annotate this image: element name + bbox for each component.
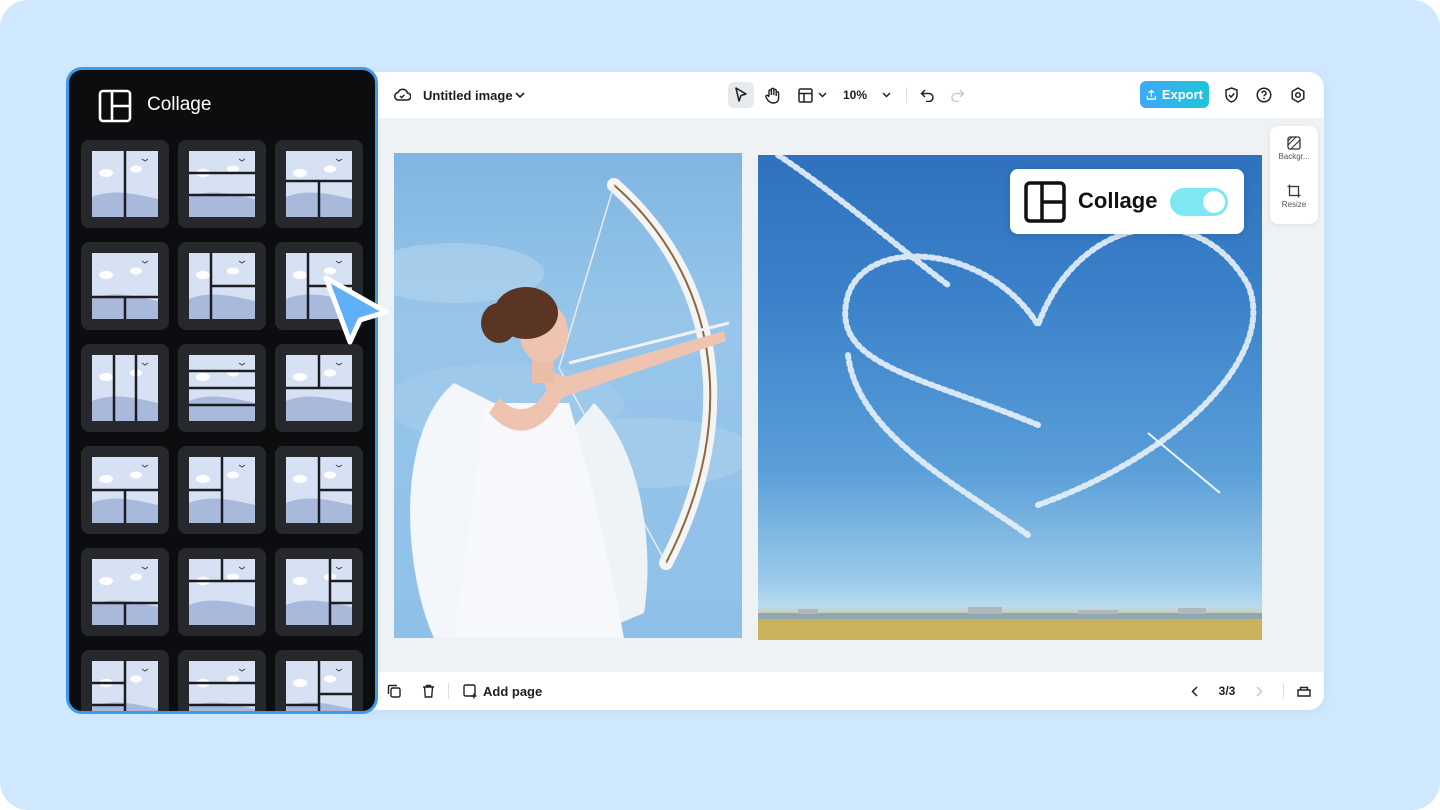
mouse-pointer-icon xyxy=(323,275,389,345)
layout-tile-left-two-right-wide[interactable] xyxy=(178,446,266,534)
add-page-icon xyxy=(463,683,477,698)
layout-tile-left-wide-right-two[interactable] xyxy=(275,446,363,534)
resize-tool[interactable]: Resize xyxy=(1270,184,1318,209)
add-page-button[interactable]: Add page xyxy=(463,682,542,700)
layout-tile-three-columns[interactable] xyxy=(81,344,169,432)
layout-thumbnail xyxy=(92,355,158,421)
layout-tile-one-top-two-bottom-rows[interactable] xyxy=(275,140,363,228)
canvas-area[interactable]: Collage Backgr... Resize xyxy=(330,118,1324,672)
archer-image xyxy=(394,178,742,638)
layout-thumbnail xyxy=(189,661,255,711)
export-button[interactable]: Export xyxy=(1140,81,1209,108)
select-cursor-icon[interactable] xyxy=(728,82,754,108)
toggle-knob xyxy=(1203,191,1225,213)
help-icon[interactable] xyxy=(1253,84,1275,106)
layout-thumbnail xyxy=(189,457,255,523)
toolbar-divider xyxy=(906,87,907,103)
layout-tile-two-by-two-top-wide-bottom[interactable] xyxy=(275,344,363,432)
layout-tile-mosaic-c[interactable] xyxy=(275,650,363,711)
layout-tile-left-wide-right-three[interactable] xyxy=(275,548,363,636)
layout-thumbnail xyxy=(286,559,352,625)
document-title[interactable]: Untitled image xyxy=(423,86,513,104)
layout-tile-large-top-two-small-bottom[interactable] xyxy=(81,242,169,330)
page-indicator: 3/3 xyxy=(1218,684,1236,698)
zoom-chevron-down-icon[interactable] xyxy=(879,82,893,108)
layout-thumbnail xyxy=(286,661,352,711)
hand-pan-icon[interactable] xyxy=(760,82,786,108)
export-upload-icon xyxy=(1146,89,1157,100)
layout-thumbnail xyxy=(189,253,255,319)
layout-tile-two-columns[interactable] xyxy=(81,140,169,228)
editor-window: Untitled image 10% Export Collage Backgr… xyxy=(330,72,1324,710)
background-icon xyxy=(1287,136,1301,150)
layout-thumbnail xyxy=(189,559,255,625)
layout-tile-top-wide-bottom-two[interactable] xyxy=(81,548,169,636)
settings-gear-icon[interactable] xyxy=(1287,84,1309,106)
layout-tile-three-rows[interactable] xyxy=(178,140,266,228)
delete-trash-icon[interactable] xyxy=(419,682,437,700)
next-page-chevron-icon[interactable] xyxy=(1252,682,1266,700)
collage-toggle-label: Collage xyxy=(1078,188,1158,213)
layout-thumbnail xyxy=(92,559,158,625)
resize-label: Resize xyxy=(1281,200,1307,209)
layout-thumbnail xyxy=(92,457,158,523)
collage-toggle-switch[interactable] xyxy=(1170,188,1228,216)
layout-thumbnail xyxy=(286,151,352,217)
layout-thumbnail xyxy=(92,151,158,217)
top-toolbar: Untitled image 10% Export xyxy=(330,72,1324,118)
layout-thumbnail xyxy=(189,355,255,421)
collapse-pages-icon[interactable] xyxy=(1295,682,1313,700)
bottom-toolbar: Add page 3/3 xyxy=(330,672,1324,710)
undo-icon[interactable] xyxy=(917,82,937,108)
collage-toggle-card: Collage xyxy=(1010,169,1244,234)
layout-thumbnail xyxy=(286,355,352,421)
bottom-divider xyxy=(448,683,449,699)
layout-icon[interactable] xyxy=(795,82,815,108)
layout-tile-mosaic-a[interactable] xyxy=(81,650,169,711)
background-tool[interactable]: Backgr... xyxy=(1270,136,1318,161)
collage-panel-icon xyxy=(98,89,132,128)
bottom-divider-right xyxy=(1283,683,1284,699)
title-chevron-down-icon[interactable] xyxy=(514,86,526,104)
layout-tile-top-wide-two-bottom[interactable] xyxy=(81,446,169,534)
layout-thumbnail xyxy=(92,253,158,319)
layout-tile-top-split-bottom-wide[interactable] xyxy=(178,548,266,636)
background-label: Backgr... xyxy=(1278,152,1310,161)
resize-icon xyxy=(1287,184,1301,198)
duplicate-page-icon[interactable] xyxy=(385,682,403,700)
layout-tile-four-rows[interactable] xyxy=(178,344,266,432)
layout-thumbnail xyxy=(92,661,158,711)
layout-tile-mosaic-b[interactable] xyxy=(178,650,266,711)
cloud-sync-icon[interactable] xyxy=(392,85,412,105)
collage-layout-panel: Collage xyxy=(66,67,378,714)
shield-icon[interactable] xyxy=(1220,84,1242,106)
photo-archer[interactable] xyxy=(394,153,742,638)
layout-thumbnail xyxy=(189,151,255,217)
collage-panel-title: Collage xyxy=(147,94,212,115)
layout-tile-large-left-two-right[interactable] xyxy=(178,242,266,330)
prev-page-chevron-icon[interactable] xyxy=(1187,682,1201,700)
right-tool-panel: Backgr... Resize xyxy=(1270,126,1318,224)
layout-chevron-down-icon[interactable] xyxy=(816,82,828,108)
redo-icon[interactable] xyxy=(947,82,967,108)
zoom-level[interactable]: 10% xyxy=(838,86,872,104)
collage-layout-icon xyxy=(1024,181,1066,228)
add-page-label: Add page xyxy=(483,683,543,699)
layout-thumbnail xyxy=(286,457,352,523)
export-label: Export xyxy=(1161,87,1203,102)
